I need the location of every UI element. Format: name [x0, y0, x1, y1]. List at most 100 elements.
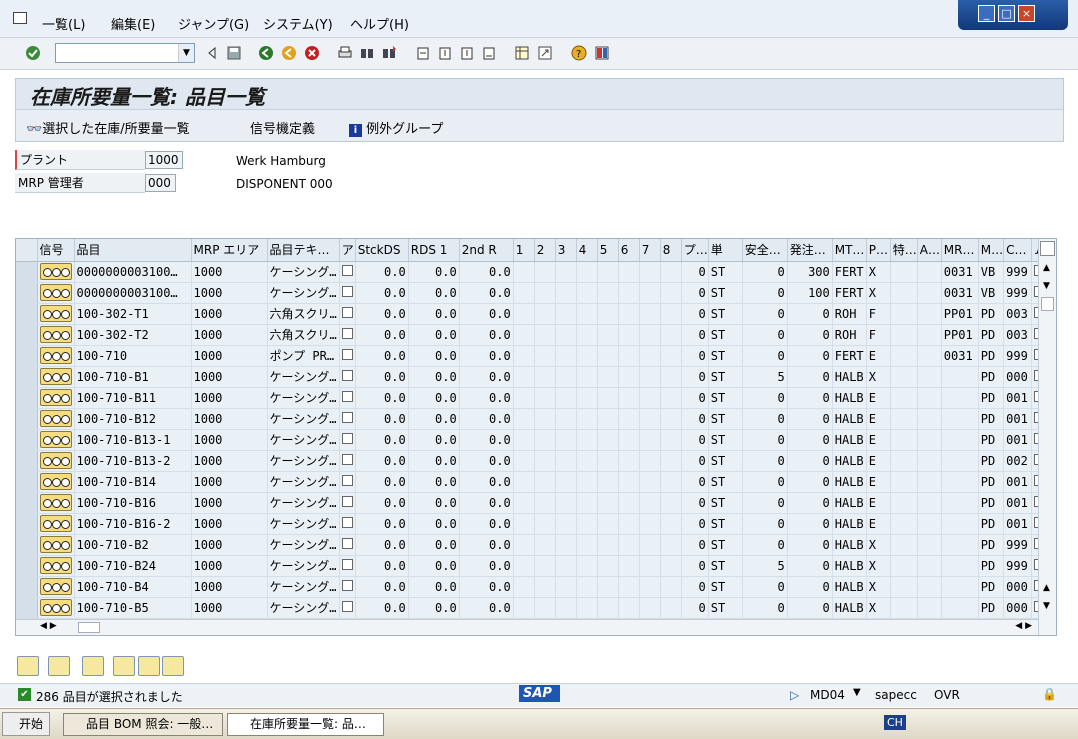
scroll-right-icon[interactable]: ◀ ▶ [1015, 621, 1032, 631]
traffic-light-icon[interactable] [39, 598, 72, 616]
column-header[interactable]: 品目 [74, 239, 192, 262]
column-header[interactable]: 特… [890, 239, 918, 262]
table-row[interactable]: 100-710-B5 1000 ケーシング… 0.0 0.0 0.0 0 ST 0 0 HALB X P… [16, 597, 1049, 619]
row-selector[interactable] [16, 534, 38, 556]
row-selector[interactable] [16, 471, 38, 493]
last-page-icon[interactable] [481, 45, 497, 61]
checkbox[interactable] [341, 327, 353, 339]
status-expand-icon[interactable]: ▷ [790, 688, 799, 702]
hscroll-thumb[interactable] [78, 622, 100, 633]
table-row[interactable]: 100-302-T2 1000 六角スクリ… 0.0 0.0 0.0 0 ST 0 0 ROH F PP… [16, 324, 1049, 346]
table-row[interactable]: 100-710-B13-2 1000 ケーシング… 0.0 0.0 0.0 0 ST 0 0 HAL… [16, 450, 1049, 472]
selected-list-button[interactable]: 👓選択した在庫/所要量一覧 [26, 118, 190, 137]
exception-group-button[interactable]: i 例外グループ [349, 118, 443, 137]
traffic-light-icon[interactable] [39, 409, 72, 427]
menu-goto[interactable]: ジャンプ(G) [178, 14, 249, 33]
checkbox[interactable] [341, 453, 353, 465]
table-row[interactable]: 0000000003100… 1000 ケーシング… 0.0 0.0 0.0 0 ST 0 300… [16, 261, 1049, 283]
column-header[interactable]: 7 [639, 239, 661, 262]
row-selector[interactable] [16, 324, 38, 346]
traffic-light-icon[interactable] [39, 556, 72, 574]
next-page-icon[interactable] [459, 45, 475, 61]
traffic-light-icon[interactable] [39, 514, 72, 532]
checkbox[interactable] [341, 411, 353, 423]
start-button[interactable]: 开始 [2, 712, 50, 736]
column-header[interactable]: P… [866, 239, 891, 262]
chevron-down-icon[interactable]: ▼ [178, 44, 194, 62]
enter-icon[interactable] [25, 45, 41, 61]
column-header[interactable]: MR… [941, 239, 979, 262]
create-session-icon[interactable] [514, 45, 530, 61]
menu-list[interactable]: 一覧(L) [42, 14, 85, 33]
traffic-light-icon[interactable] [39, 430, 72, 448]
scroll-thumb[interactable] [1041, 297, 1054, 311]
row-selector[interactable] [16, 576, 38, 598]
scroll-up-bottom-icon[interactable]: ▲ [1043, 583, 1050, 593]
vertical-scrollbar[interactable]: ▲ ▼ ▲ ▼ [1038, 239, 1056, 635]
traffic-light-icon[interactable] [39, 346, 72, 364]
checkbox[interactable] [341, 369, 353, 381]
scroll-down-icon[interactable]: ▼ [1043, 281, 1050, 291]
traffic-light-icon[interactable] [39, 577, 72, 595]
column-header[interactable]: 単 [708, 239, 743, 262]
glasses-button[interactable] [17, 656, 39, 676]
row-selector[interactable] [16, 513, 38, 535]
row-selector[interactable] [16, 597, 38, 619]
table-row[interactable]: 100-710-B2 1000 ケーシング… 0.0 0.0 0.0 0 ST 0 0 HALB X P… [16, 534, 1049, 556]
column-header[interactable]: M… [978, 239, 1005, 262]
row-selector[interactable] [16, 429, 38, 451]
column-header[interactable]: 4 [576, 239, 598, 262]
export-button-2[interactable] [138, 656, 160, 676]
table-row[interactable]: 100-710-B1 1000 ケーシング… 0.0 0.0 0.0 0 ST 5 0 HALB X P… [16, 366, 1049, 388]
column-header[interactable]: 発注… [787, 239, 833, 262]
checkbox[interactable] [341, 348, 353, 360]
print-icon[interactable] [337, 45, 353, 61]
column-header[interactable]: C… [1003, 239, 1033, 262]
table-row[interactable]: 100-710-B13-1 1000 ケーシング… 0.0 0.0 0.0 0 ST 0 0 HAL… [16, 429, 1049, 451]
row-selector[interactable] [16, 492, 38, 514]
export-button-3[interactable] [162, 656, 184, 676]
close-button[interactable]: × [1018, 5, 1035, 22]
cancel-icon[interactable] [304, 45, 320, 61]
column-header[interactable]: 1 [513, 239, 535, 262]
table-row[interactable]: 100-710 1000 ポンプ PR… 0.0 0.0 0.0 0 ST 0 0 FERT E 003… [16, 345, 1049, 367]
checkbox[interactable] [341, 390, 353, 402]
row-selector[interactable] [16, 555, 38, 577]
taskbar-task-bom[interactable]: 品目 BOM 照会: 一般… [63, 713, 223, 736]
column-header[interactable]: StckDS [355, 239, 409, 262]
table-row[interactable]: 100-710-B11 1000 ケーシング… 0.0 0.0 0.0 0 ST 0 0 HALB E… [16, 387, 1049, 409]
column-layout-icon[interactable] [1040, 241, 1055, 256]
table-row[interactable]: 100-710-B14 1000 ケーシング… 0.0 0.0 0.0 0 ST 0 0 HALB E… [16, 471, 1049, 493]
table-row[interactable]: 100-710-B16-2 1000 ケーシング… 0.0 0.0 0.0 0 ST 0 0 HAL… [16, 513, 1049, 535]
table-row[interactable]: 100-302-T1 1000 六角スクリ… 0.0 0.0 0.0 0 ST 0 0 ROH F PP… [16, 303, 1049, 325]
column-header[interactable]: 信号 [37, 239, 75, 262]
exit-icon[interactable] [281, 45, 297, 61]
traffic-light-icon[interactable] [39, 283, 72, 301]
checkbox[interactable] [341, 264, 353, 276]
back-arrow-icon[interactable] [204, 45, 220, 61]
checkbox[interactable] [341, 285, 353, 297]
transaction-code[interactable]: MD04 [810, 688, 845, 702]
help-icon[interactable]: ? [571, 45, 587, 61]
checkbox[interactable] [341, 537, 353, 549]
table-row[interactable]: 100-710-B16 1000 ケーシング… 0.0 0.0 0.0 0 ST 0 0 HALB E… [16, 492, 1049, 514]
shortcut-icon[interactable] [537, 45, 553, 61]
traffic-light-icon[interactable] [39, 535, 72, 553]
column-header[interactable]: 5 [597, 239, 619, 262]
system-menu-icon[interactable] [13, 12, 27, 24]
column-header[interactable]: プ… [681, 239, 709, 262]
table-row[interactable]: 100-710-B24 1000 ケーシング… 0.0 0.0 0.0 0 ST 5 0 HALB X… [16, 555, 1049, 577]
table-row[interactable]: 0000000003100… 1000 ケーシング… 0.0 0.0 0.0 0 ST 0 100… [16, 282, 1049, 304]
row-selector[interactable] [16, 261, 38, 283]
signal-definition-button[interactable]: 信号機定義 [250, 118, 315, 137]
find-next-icon[interactable] [381, 45, 397, 61]
table-row[interactable]: 100-710-B4 1000 ケーシング… 0.0 0.0 0.0 0 ST 0 0 HALB X P… [16, 576, 1049, 598]
taskbar-task-mrp[interactable]: 在庫所要量一覧: 品… [227, 713, 384, 736]
column-header[interactable]: A… [917, 239, 942, 262]
row-selector[interactable] [16, 387, 38, 409]
traffic-light-icon[interactable] [39, 472, 72, 490]
row-selector[interactable] [16, 345, 38, 367]
checkbox[interactable] [341, 495, 353, 507]
menu-help[interactable]: ヘルプ(H) [350, 14, 409, 33]
traffic-light-icon[interactable] [39, 325, 72, 343]
